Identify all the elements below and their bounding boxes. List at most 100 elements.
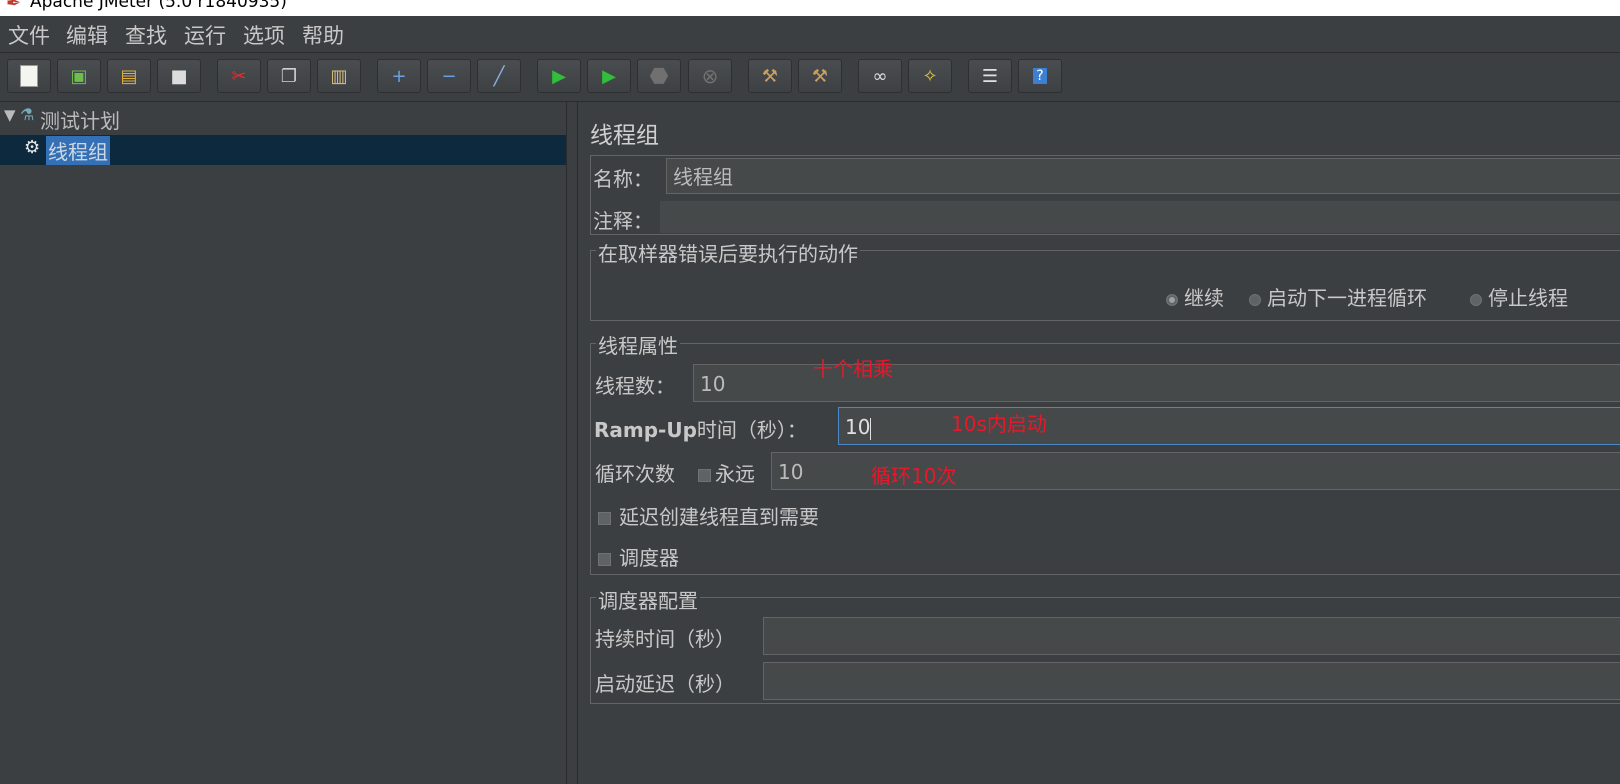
toolbar: ▣ ▤ ■ ✂ ❐ ▥ + − ╱ ▶ ▶ ⬣ ⊗ ⚒ ⚒ ∞ ✧ ☰ ?	[0, 53, 1620, 102]
shutdown-icon: ⊗	[701, 64, 719, 88]
cut-button[interactable]: ✂	[217, 59, 261, 93]
startup-delay-field[interactable]	[763, 662, 1620, 700]
page-title: 线程组	[590, 123, 659, 149]
text-cursor	[870, 417, 872, 440]
rampup-value: 10	[845, 415, 871, 439]
save-button[interactable]: ■	[157, 59, 201, 93]
duration-label: 持续时间（秒）	[595, 627, 735, 651]
toggle-icon: ╱	[493, 65, 505, 87]
startup-delay-label: 启动延迟（秒）	[595, 672, 735, 696]
rampup-label-bold: Ramp-Up	[594, 418, 697, 442]
radio-continue[interactable]: 继续	[1166, 282, 1224, 311]
test-tree-panel: ▼ ⚗ 测试计划 ⚙ 线程组	[0, 102, 567, 784]
menu-search[interactable]: 查找	[125, 20, 167, 50]
templates-button[interactable]: ▣	[57, 59, 101, 93]
test-plan-flask-icon: ⚗	[20, 105, 35, 124]
open-button[interactable]: ▤	[107, 59, 151, 93]
radio-checked-icon	[1166, 293, 1178, 306]
collapse-button[interactable]: −	[427, 59, 471, 93]
start-button[interactable]: ▶	[537, 59, 581, 93]
start-no-pause-icon: ▶	[602, 65, 616, 87]
menu-run[interactable]: 运行	[184, 20, 226, 50]
templates-icon: ▣	[70, 65, 88, 87]
plus-icon: +	[391, 65, 407, 87]
stop-icon: ⬣	[649, 63, 669, 89]
error-action-group-title: 在取样器错误后要执行的动作	[596, 238, 860, 267]
copy-button[interactable]: ❐	[267, 59, 311, 93]
new-icon	[20, 65, 38, 87]
stop-button[interactable]: ⬣	[637, 59, 681, 93]
clear-all-button[interactable]: ⚒	[798, 59, 842, 93]
minus-icon: −	[441, 65, 457, 87]
clear-button[interactable]: ⚒	[748, 59, 792, 93]
window-title: Apache JMeter (5.0 r1840935)	[30, 0, 287, 12]
shutdown-button[interactable]: ⊗	[688, 59, 732, 93]
tree-item-label: 线程组	[46, 136, 110, 165]
annotation-threads: 十个相乘	[813, 357, 893, 381]
menu-edit[interactable]: 编辑	[66, 20, 108, 50]
rampup-label-rest: 时间（秒）：	[696, 418, 807, 442]
radio-start-next-loop[interactable]: 启动下一进程循环	[1249, 282, 1427, 311]
scheduler-label: 调度器	[619, 546, 679, 570]
paste-icon: ▥	[330, 65, 348, 87]
annotation-loop: 循环10次	[871, 464, 957, 488]
forever-checkbox[interactable]: 永远	[698, 458, 755, 487]
search-button[interactable]: ∞	[858, 59, 902, 93]
checkbox-icon	[598, 553, 611, 566]
threads-label: 线程数：	[595, 374, 675, 398]
copy-icon: ❐	[280, 65, 298, 87]
clear-all-icon: ⚒	[811, 65, 829, 87]
start-no-pause-button[interactable]: ▶	[587, 59, 631, 93]
function-helper-button[interactable]: ☰	[968, 59, 1012, 93]
radio-label: 继续	[1184, 286, 1224, 310]
loop-count-label: 循环次数	[595, 462, 675, 486]
binoculars-icon: ∞	[872, 65, 888, 87]
reset-search-button[interactable]: ✧	[908, 59, 952, 93]
open-icon: ▤	[120, 65, 138, 87]
menu-options[interactable]: 选项	[243, 20, 285, 50]
jmeter-feather-icon: ✒	[6, 0, 22, 14]
annotation-rampup: 10s内启动	[951, 412, 1047, 436]
toggle-button[interactable]: ╱	[477, 59, 521, 93]
save-icon: ■	[170, 65, 188, 87]
panel-splitter[interactable]	[567, 102, 578, 784]
menu-help[interactable]: 帮助	[302, 20, 344, 50]
delay-label: 延迟创建线程直到需要	[619, 505, 819, 529]
start-icon: ▶	[552, 65, 566, 87]
paste-button[interactable]: ▥	[317, 59, 361, 93]
radio-label: 启动下一进程循环	[1267, 286, 1427, 310]
name-field[interactable]: 线程组	[666, 158, 1620, 194]
radio-stop-thread[interactable]: 停止线程	[1470, 282, 1568, 311]
delay-thread-creation-checkbox[interactable]: 延迟创建线程直到需要	[598, 501, 819, 530]
list-icon: ☰	[981, 65, 999, 87]
thread-properties-title: 线程属性	[596, 330, 680, 359]
tree-item-thread-group[interactable]: ⚙ 线程组	[0, 135, 566, 165]
scheduler-config-title: 调度器配置	[596, 585, 700, 614]
expand-button[interactable]: +	[377, 59, 421, 93]
scheduler-checkbox[interactable]: 调度器	[598, 542, 679, 571]
name-label: 名称：	[593, 167, 653, 191]
new-button[interactable]	[7, 59, 51, 93]
cut-icon: ✂	[231, 65, 247, 87]
tree-item-test-plan[interactable]: ▼ ⚗ 测试计划	[0, 104, 566, 134]
menu-file[interactable]: 文件	[8, 20, 50, 50]
title-bar: ✒ Apache JMeter (5.0 r1840935)	[0, 0, 1620, 16]
clear-icon: ⚒	[761, 65, 779, 87]
rampup-label: Ramp-Up时间（秒）：	[594, 414, 807, 443]
duration-field[interactable]	[763, 617, 1620, 655]
broom-icon: ✧	[922, 65, 938, 87]
checkbox-icon	[598, 512, 611, 525]
help-button[interactable]: ?	[1018, 59, 1062, 93]
thread-group-config-panel: 线程组 名称： 线程组 注释： 在取样器错误后要执行的动作 继续 启动下一进程循…	[580, 102, 1620, 784]
comment-field[interactable]	[660, 201, 1620, 233]
forever-label: 永远	[715, 462, 755, 486]
checkbox-icon	[698, 469, 711, 482]
tree-expand-icon[interactable]: ▼	[4, 106, 16, 124]
radio-label: 停止线程	[1488, 286, 1568, 310]
gear-icon: ⚙	[24, 137, 41, 158]
menu-bar: 文件 编辑 查找 运行 选项 帮助	[0, 16, 1620, 53]
radio-icon	[1470, 293, 1482, 306]
tree-item-label: 测试计划	[40, 109, 120, 133]
radio-icon	[1249, 293, 1261, 306]
help-icon: ?	[1033, 68, 1047, 84]
